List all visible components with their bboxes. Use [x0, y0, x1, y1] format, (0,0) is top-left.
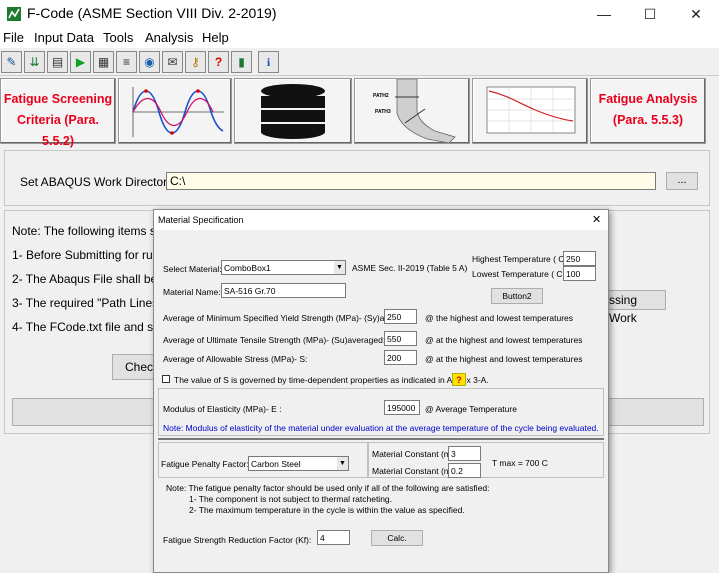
note-3: 3- The required "Path Lines" .	[12, 296, 170, 310]
asme-reference: ASME Sec. II-2019 (Table 5 A)	[352, 263, 468, 273]
kf-label: Fatigue Strength Reduction Factor (Kf):	[163, 535, 312, 545]
pipe-elbow-icon	[395, 78, 456, 144]
sy-note: @ the highest and lowest temperatures	[425, 313, 574, 323]
const-n-label: Material Constant (n) :	[372, 466, 457, 476]
dialog-separator	[158, 438, 604, 440]
highest-temp-input[interactable]: 250	[563, 251, 596, 266]
penalty-note-3: 2- The maximum temperature in the cycle …	[189, 505, 465, 515]
play-icon[interactable]: ▶	[70, 51, 91, 73]
fatigue-screening-label-2: Criteria (Para. 5.5.2)	[17, 113, 99, 148]
menu-help[interactable]: Help	[202, 30, 229, 45]
note-header: Note: The following items sha	[12, 224, 170, 238]
menu-file[interactable]: File	[3, 30, 24, 45]
material-select-chevron-icon[interactable]: ▼	[334, 261, 345, 274]
fatigue-screening-label-1: Fatigue Screening	[3, 92, 113, 106]
database-icon	[261, 84, 325, 139]
edit-icon[interactable]: ✎	[1, 51, 22, 73]
form-icon[interactable]: ▤	[47, 51, 68, 73]
info-icon[interactable]: i	[258, 51, 279, 73]
su-input[interactable]: 550	[384, 331, 417, 346]
processing-work-button[interactable]: ssing Work	[606, 290, 666, 325]
lowest-temp-label: Lowest Temperature ( C ) :	[472, 269, 573, 279]
bar-chart-icon[interactable]: ▮	[231, 51, 252, 73]
s-note: @ at the highest and lowest temperatures	[425, 354, 583, 364]
dialog-close-button[interactable]: ✕	[592, 213, 601, 226]
note-2: 2- The Abaqus File shall be ru	[12, 272, 172, 286]
workdir-input[interactable]: C:\	[166, 172, 656, 190]
globe-icon[interactable]: ◉	[139, 51, 160, 73]
fatigue-analysis-label-1: Fatigue Analysis	[598, 92, 698, 106]
const-m-input[interactable]: 3	[448, 446, 481, 461]
note-1: 1- Before Submitting for run, th	[12, 248, 177, 262]
envelope-icon[interactable]: ✉	[162, 51, 183, 73]
note-4: 4- The FCode.txt file and stres	[12, 320, 174, 334]
fatigue-screening-button[interactable]: Fatigue Screening Criteria (Para. 5.5.2)	[0, 78, 116, 148]
key-icon[interactable]: ⚷	[185, 51, 206, 73]
path3-label: PATH3	[375, 109, 391, 115]
s-input[interactable]: 200	[384, 350, 417, 365]
su-label: Average of Ultimate Tensile Strength (MP…	[163, 335, 386, 345]
fatigue-analysis-label-2: (Para. 5.5.3)	[612, 113, 684, 127]
select-material-label: Select Material:	[163, 264, 222, 274]
lowest-temp-input[interactable]: 100	[563, 266, 596, 281]
modulus-input[interactable]: 195000	[384, 400, 420, 415]
minimize-button[interactable]: —	[581, 0, 627, 28]
cyclic-stress-plot-button[interactable]	[118, 78, 232, 144]
penalty-note-2: 1- The component is not subject to therm…	[189, 494, 393, 504]
s-label: Average of Allowable Stress (MPa)- S:	[163, 354, 308, 364]
chart-tool-icon[interactable]: ⇊	[24, 51, 45, 73]
time-dependent-label: The value of S is governed by time-depen…	[174, 375, 489, 385]
tmax-value: T max = 700 C	[492, 458, 548, 468]
material-specification-dialog: Material Specification ✕ Select Material…	[153, 209, 609, 573]
kf-input[interactable]: 4	[317, 530, 350, 545]
material-select[interactable]: ComboBox1	[221, 260, 346, 275]
fatigue-analysis-button[interactable]: Fatigue Analysis (Para. 5.5.3)	[590, 78, 706, 144]
const-n-input[interactable]: 0.2	[448, 463, 481, 478]
modulus-label: Modulus of Elasticity (MPa)- E :	[163, 404, 282, 414]
workdir-label: Set ABAQUS Work Directory:	[20, 175, 177, 189]
help-mark-icon[interactable]: ?	[452, 373, 466, 386]
su-note: @ at the highest and lowest temperatures	[425, 335, 583, 345]
const-m-label: Material Constant (m) :	[372, 449, 459, 459]
sine-wave-icon	[132, 87, 224, 137]
database-button[interactable]	[234, 78, 352, 144]
close-button[interactable]: ✕	[673, 0, 719, 28]
button2[interactable]: Button2	[491, 288, 543, 304]
penalty-select-chevron-icon[interactable]: ▼	[337, 457, 348, 470]
sy-label: Average of Minimum Specified Yield Stren…	[163, 313, 418, 323]
calc-button[interactable]: Calc.	[371, 530, 423, 546]
modulus-note: @ Average Temperature	[425, 404, 517, 414]
fatigue-curve-button[interactable]	[472, 78, 588, 144]
help-icon[interactable]: ?	[208, 51, 229, 73]
fatigue-curve-icon	[486, 86, 576, 134]
time-dependent-checkbox[interactable]	[162, 375, 170, 383]
path-lines-button[interactable]: PATH2 PATH3	[354, 78, 470, 144]
path2-label: PATH2	[373, 93, 389, 99]
maximize-button[interactable]: ☐	[627, 0, 673, 28]
material-name-input[interactable]: SA-516 Gr.70	[221, 283, 346, 298]
calculator-icon[interactable]: ▦	[93, 51, 114, 73]
penalty-note-1: Note: The fatigue penalty factor should …	[166, 483, 490, 493]
app-logo-icon	[7, 7, 21, 21]
modulus-info: Note: Modulus of elasticity of the mater…	[163, 423, 599, 433]
window-title: F-Code (ASME Section VIII Div. 2-2019)	[27, 5, 277, 21]
penalty-select[interactable]: Carbon Steel	[248, 456, 349, 471]
highest-temp-label: Highest Temperature ( C ) :	[472, 254, 575, 264]
list-icon[interactable]: ≡	[116, 51, 137, 73]
material-name-label: Material Name:	[163, 287, 221, 297]
menu-input-data[interactable]: Input Data	[34, 30, 94, 45]
menu-analysis[interactable]: Analysis	[145, 30, 193, 45]
sy-input[interactable]: 250	[384, 309, 417, 324]
penalty-label: Fatigue Penalty Factor:	[161, 459, 249, 469]
menu-tools[interactable]: Tools	[103, 30, 133, 45]
browse-button[interactable]: ...	[666, 172, 698, 190]
dialog-title: Material Specification	[158, 215, 244, 225]
